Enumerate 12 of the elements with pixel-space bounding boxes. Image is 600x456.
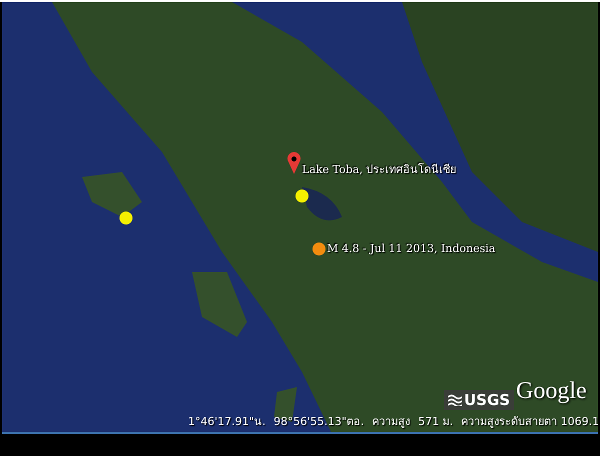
waves-icon (448, 394, 462, 406)
map-pin-icon[interactable] (287, 152, 301, 174)
placemark-label: M 4.8 - Jul 11 2013, Indonesia (327, 242, 496, 255)
eye-altitude-text: ความสูงระดับสายตา 1069.1 (461, 414, 598, 430)
elevation-value: 571 ม. (418, 414, 454, 430)
usgs-text: USGS (464, 391, 510, 409)
longitude-text: 98°56'55.13"ตอ. (274, 414, 364, 430)
google-logo: Google (516, 378, 587, 405)
elevation-label: ความสูง (372, 414, 410, 430)
latitude-text: 1°46'17.91"น. (188, 414, 266, 430)
placemark-label: Lake Toba, ประเทศอินโดนีเซีย (302, 162, 456, 178)
placemark-dot[interactable] (120, 212, 132, 224)
